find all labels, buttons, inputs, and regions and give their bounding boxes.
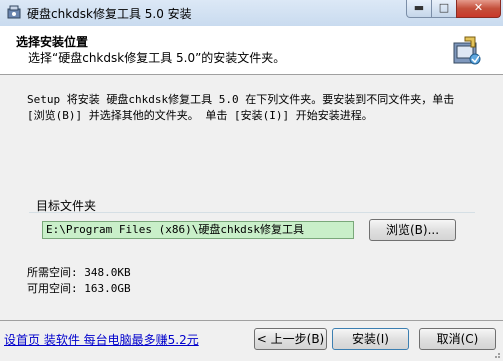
title-bar[interactable]: 硬盘chkdsk修复工具 5.0 安装 ▬ □ ✕ [0, 0, 503, 26]
page-subtitle: 选择“硬盘chkdsk修复工具 5.0”的安装文件夹。 [28, 51, 286, 65]
install-button[interactable]: 安装(I) [332, 328, 409, 350]
wizard-header: 选择安装位置 选择“硬盘chkdsk修复工具 5.0”的安装文件夹。 [0, 26, 503, 75]
cancel-button[interactable]: 取消(C) [419, 328, 496, 350]
wizard-body: 选择安装位置 选择“硬盘chkdsk修复工具 5.0”的安装文件夹。 Setup… [0, 26, 503, 361]
close-button[interactable]: ✕ [456, 0, 501, 18]
required-space: 所需空间: 348.0KB [27, 266, 131, 279]
available-space: 可用空间: 163.0GB [27, 282, 131, 295]
browse-button[interactable]: 浏览(B)... [369, 219, 456, 241]
maximize-button[interactable]: □ [431, 0, 457, 18]
resize-grip-icon[interactable] [491, 349, 501, 359]
minimize-button[interactable]: ▬ [406, 0, 432, 18]
promo-link[interactable]: 设首页 装软件 每台电脑最多赚5.2元 [4, 331, 199, 348]
installer-package-icon [453, 36, 481, 65]
destination-path-input[interactable]: E:\Program Files (x86)\硬盘chkdsk修复工具 [42, 221, 354, 239]
installer-window: 硬盘chkdsk修复工具 5.0 安装 ▬ □ ✕ 选择安装位置 选择“硬盘ch… [0, 0, 503, 361]
page-title: 选择安装位置 [16, 35, 89, 49]
window-title: 硬盘chkdsk修复工具 5.0 安装 [27, 7, 192, 21]
footer-divider [0, 320, 503, 321]
back-button[interactable]: < 上一步(B) [254, 328, 327, 350]
app-icon [7, 5, 21, 19]
install-description: Setup 将安装 硬盘chkdsk修复工具 5.0 在下列文件夹。要安装到不同… [27, 93, 455, 122]
